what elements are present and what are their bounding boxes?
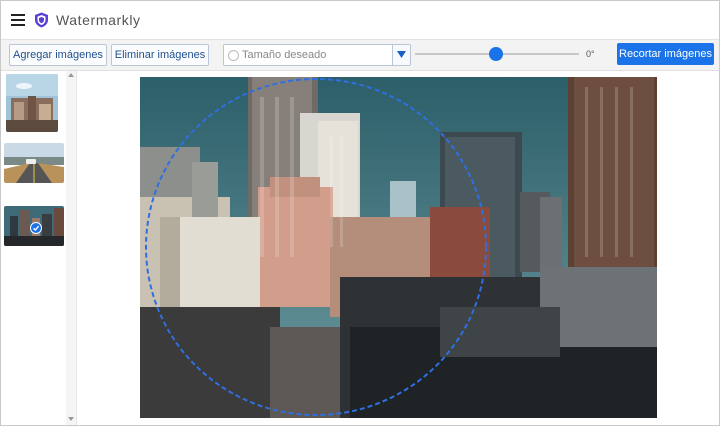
rotation-value: 0° (586, 49, 595, 59)
road-thumbnail[interactable] (4, 143, 64, 183)
skyline-thumbnail[interactable] (4, 206, 64, 246)
city-thumbnail-image (6, 74, 58, 132)
image-preview[interactable] (140, 77, 657, 418)
road-thumbnail-image (4, 143, 64, 183)
city-thumbnail[interactable] (6, 74, 58, 132)
add-images-button[interactable]: Agregar imágenes (9, 44, 107, 66)
scroll-up-arrow-icon[interactable] (68, 73, 74, 77)
shield-logo-icon (35, 12, 48, 28)
header: Watermarkly (1, 1, 719, 40)
chevron-down-icon (397, 51, 406, 58)
scroll-down-arrow-icon[interactable] (68, 417, 74, 421)
radio-icon[interactable] (228, 50, 239, 61)
rotation-slider-thumb[interactable] (489, 47, 503, 61)
cityscape-photo (140, 77, 657, 418)
menu-icon[interactable] (11, 14, 25, 26)
crop-images-button[interactable]: Recortar imágenes (617, 43, 714, 65)
target-size-select[interactable]: Tamaño deseado (223, 44, 411, 66)
dropdown-arrow-button[interactable] (392, 45, 410, 65)
thumbnail-sidebar (1, 71, 77, 425)
app-window: Watermarkly Agregar imágenes Eliminar im… (0, 0, 720, 426)
app-title: Watermarkly (56, 12, 141, 28)
remove-images-button[interactable]: Eliminar imágenes (111, 44, 209, 66)
sidebar-scrollbar[interactable] (66, 71, 76, 425)
toolbar: Agregar imágenes Eliminar imágenes Tamañ… (1, 40, 719, 71)
selected-check-icon (30, 222, 42, 234)
target-size-placeholder: Tamaño deseado (242, 49, 327, 61)
